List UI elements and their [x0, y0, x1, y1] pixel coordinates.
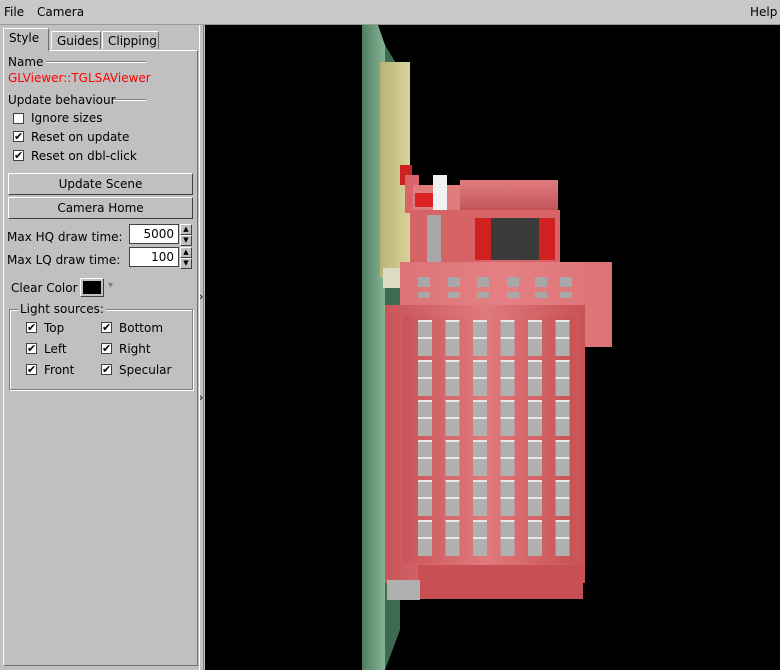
- detector-model: [362, 25, 612, 670]
- light-left-label: Left: [44, 342, 67, 356]
- splitter-arrow-icon[interactable]: ›: [199, 391, 203, 404]
- light-sources-label: Light sources:: [18, 302, 106, 316]
- light-specular-label: Specular: [119, 363, 172, 377]
- update-behaviour-label: Update behaviour: [8, 93, 116, 107]
- max-lq-stepper[interactable]: ▲ ▼: [180, 247, 192, 269]
- name-label: Name: [8, 55, 44, 69]
- arrow-down-icon[interactable]: ▼: [180, 235, 192, 246]
- base-foot: [387, 580, 420, 600]
- tab-style-label: Style: [9, 31, 40, 45]
- light-front-label: Front: [44, 363, 75, 377]
- menu-bar: File Camera Help: [0, 0, 780, 25]
- ignore-sizes-label: Ignore sizes: [31, 111, 103, 125]
- top-white-part: [433, 175, 447, 213]
- arrow-up-icon[interactable]: ▲: [180, 224, 192, 235]
- tab-clipping-label: Clipping: [108, 34, 157, 48]
- update-scene-button[interactable]: Update Scene: [8, 173, 193, 195]
- clear-color-swatch: [83, 281, 101, 294]
- max-hq-label: Max HQ draw time:: [7, 230, 123, 244]
- dark-chamber: [491, 218, 539, 260]
- reset-on-update-checkbox[interactable]: ✔: [13, 131, 24, 142]
- panel-splitter[interactable]: [199, 25, 204, 670]
- menu-camera[interactable]: Camera: [37, 5, 84, 19]
- viewer-name: GLViewer::TGLSAViewer: [8, 71, 151, 85]
- max-hq-stepper[interactable]: ▲ ▼: [180, 224, 192, 246]
- arrow-up-icon[interactable]: ▲: [180, 247, 192, 258]
- dropdown-icon[interactable]: ▾: [108, 280, 113, 291]
- tab-style[interactable]: Style: [3, 28, 49, 51]
- light-right-label: Right: [119, 342, 151, 356]
- clear-color-label: Clear Color: [11, 281, 78, 295]
- menu-help[interactable]: Help: [750, 5, 777, 19]
- update-behaviour-divider: [113, 99, 146, 101]
- grey-column: [427, 215, 441, 263]
- light-bottom-checkbox[interactable]: ✔: [101, 322, 112, 333]
- light-top-checkbox[interactable]: ✔: [26, 322, 37, 333]
- light-left-checkbox[interactable]: ✔: [26, 343, 37, 354]
- reset-on-update-label: Reset on update: [31, 130, 130, 144]
- base: [418, 565, 583, 599]
- cell-grid: [418, 320, 583, 560]
- arrow-down-icon[interactable]: ▼: [180, 258, 192, 269]
- tab-guides[interactable]: Guides: [51, 31, 101, 49]
- ignore-sizes-checkbox[interactable]: [13, 113, 24, 124]
- splitter-arrow-icon[interactable]: ›: [199, 290, 203, 303]
- light-top-label: Top: [44, 321, 65, 335]
- menu-file[interactable]: File: [4, 5, 24, 19]
- tab-guides-label: Guides: [57, 34, 99, 48]
- max-lq-label: Max LQ draw time:: [7, 253, 121, 267]
- light-specular-checkbox[interactable]: ✔: [101, 364, 112, 375]
- menu-file-label: File: [4, 5, 25, 19]
- name-divider: [46, 61, 146, 63]
- light-right-checkbox[interactable]: ✔: [101, 343, 112, 354]
- camera-home-button[interactable]: Camera Home: [8, 197, 193, 219]
- light-bottom-label: Bottom: [119, 321, 164, 335]
- reset-on-dblclick-label: Reset on dbl-click: [31, 149, 137, 163]
- gl-viewport[interactable]: [205, 25, 780, 670]
- menu-camera-label: Camera: [37, 5, 85, 19]
- tab-clipping[interactable]: Clipping: [102, 31, 159, 49]
- max-lq-input[interactable]: 100: [129, 247, 179, 267]
- max-hq-input[interactable]: 5000: [129, 224, 179, 244]
- light-front-checkbox[interactable]: ✔: [26, 364, 37, 375]
- menu-help-label: Help: [750, 5, 778, 19]
- clear-color-button[interactable]: [80, 278, 104, 297]
- reset-on-dblclick-checkbox[interactable]: ✔: [13, 150, 24, 161]
